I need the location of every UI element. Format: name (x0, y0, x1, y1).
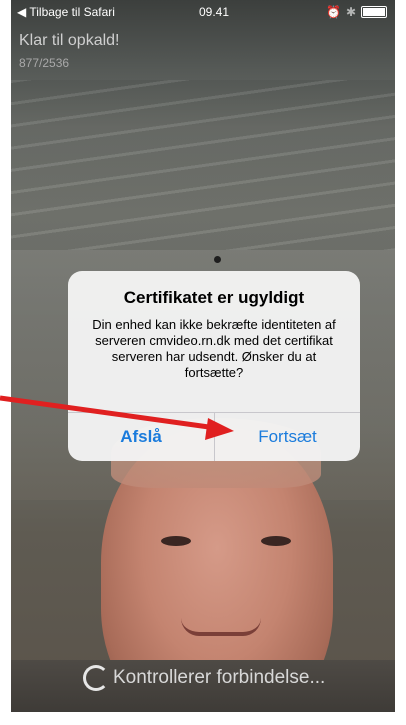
video-background-ceiling (11, 80, 395, 250)
decline-button[interactable]: Afslå (68, 413, 214, 461)
bluetooth-icon: ✱ (345, 5, 356, 19)
battery-icon (361, 6, 387, 18)
alert-message: Din enhed kan ikke bekræfte identiteten … (92, 317, 336, 380)
video-feed-eye (261, 536, 291, 546)
certificate-alert-dialog: Certifikatet er ugyldigt Din enhed kan i… (68, 271, 360, 461)
status-icons: ⏰ ✱ (326, 5, 387, 19)
call-number: 877/2536 (19, 56, 70, 70)
spinner-icon (83, 665, 109, 691)
alert-title: Certifikatet er ugyldigt (123, 288, 305, 307)
connection-status-text: Kontrollerer forbindelse... (113, 667, 326, 688)
connection-status: Kontrollerer forbindelse... (83, 665, 325, 691)
video-feed-mouth (181, 618, 261, 636)
continue-button[interactable]: Fortsæt (215, 413, 360, 461)
video-feed-eye (161, 536, 191, 546)
ceiling-sensor (214, 256, 221, 263)
back-to-safari-link[interactable]: ◀ Tilbage til Safari (17, 5, 115, 19)
alarm-icon: ⏰ (325, 5, 341, 19)
status-time: 09.41 (199, 5, 230, 19)
status-bar: ◀ Tilbage til Safari 09.41 ⏰ ✱ (11, 0, 395, 22)
call-status-title: Klar til opkald! (19, 32, 120, 49)
